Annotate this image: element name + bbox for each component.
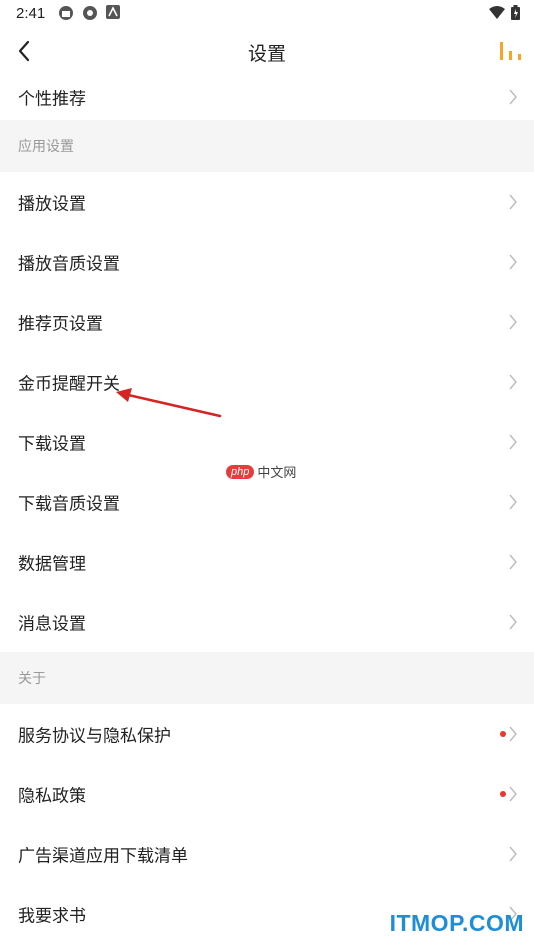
settings-row-coin-reminder[interactable]: 金币提醒开关: [0, 352, 534, 412]
row-label: 播放设置: [18, 194, 86, 215]
status-system-icons: [489, 5, 520, 20]
status-bar: 2:41: [0, 0, 534, 28]
chevron-right-icon: [509, 314, 517, 330]
page-title: 设置: [247, 43, 286, 65]
section-title: 应用设置: [18, 139, 74, 155]
row-label: 播放音质设置: [18, 254, 120, 275]
row-label: 数据管理: [18, 554, 86, 575]
settings-row-service-agreement[interactable]: 服务协议与隐私保护: [0, 704, 534, 764]
row-label: 消息设置: [18, 614, 86, 635]
settings-row-download-quality[interactable]: 下载音质设置: [0, 472, 534, 532]
settings-list: 个性推荐 应用设置 播放设置 播放音质设置 推荐页设置 金币提醒开关 下载设置 …: [0, 74, 534, 944]
bar-chart-icon[interactable]: [498, 40, 524, 62]
section-header-about: 关于: [0, 652, 534, 704]
chevron-right-icon: [509, 554, 517, 570]
section-header-app-settings: 应用设置: [0, 120, 534, 172]
chevron-right-icon: [509, 726, 517, 742]
row-label: 金币提醒开关: [18, 374, 120, 395]
red-dot-badge: [500, 731, 506, 737]
red-dot-badge: [500, 791, 506, 797]
app-notification-icon: [59, 6, 73, 20]
settings-row-request-book[interactable]: 我要求书: [0, 884, 534, 944]
chevron-right-icon: [509, 786, 517, 802]
row-label: 推荐页设置: [18, 314, 103, 335]
settings-row-messages[interactable]: 消息设置: [0, 592, 534, 652]
a-notification-icon: [106, 5, 120, 19]
row-label: 下载设置: [18, 434, 86, 455]
chevron-right-icon: [509, 434, 517, 450]
chevron-right-icon: [509, 906, 517, 922]
sync-notification-icon: [83, 6, 97, 20]
row-label: 广告渠道应用下载清单: [18, 846, 188, 867]
settings-row-data-management[interactable]: 数据管理: [0, 532, 534, 592]
status-time: 2:41: [16, 5, 46, 22]
settings-row-personal-recommendation[interactable]: 个性推荐: [0, 74, 534, 120]
settings-row-privacy-policy[interactable]: 隐私政策: [0, 764, 534, 824]
row-label: 个性推荐: [18, 89, 86, 110]
chevron-right-icon: [509, 89, 517, 105]
settings-row-ad-channel-list[interactable]: 广告渠道应用下载清单: [0, 824, 534, 884]
chevron-right-icon: [509, 254, 517, 270]
row-label: 我要求书: [18, 906, 86, 927]
row-label: 下载音质设置: [18, 494, 120, 515]
settings-row-download[interactable]: 下载设置: [0, 412, 534, 472]
settings-row-playback-quality[interactable]: 播放音质设置: [0, 232, 534, 292]
chevron-right-icon: [509, 494, 517, 510]
section-title: 关于: [18, 671, 46, 687]
chevron-right-icon: [509, 846, 517, 862]
settings-row-playback[interactable]: 播放设置: [0, 172, 534, 232]
row-label: 服务协议与隐私保护: [18, 726, 171, 747]
status-notification-icons: [58, 5, 120, 21]
wifi-icon: [489, 5, 505, 19]
nav-bar: 设置: [0, 28, 534, 74]
settings-row-recommend-page[interactable]: 推荐页设置: [0, 292, 534, 352]
chevron-right-icon: [509, 374, 517, 390]
chevron-right-icon: [509, 194, 517, 210]
battery-icon: [511, 5, 520, 20]
row-label: 隐私政策: [18, 786, 86, 807]
chevron-right-icon: [509, 614, 517, 630]
